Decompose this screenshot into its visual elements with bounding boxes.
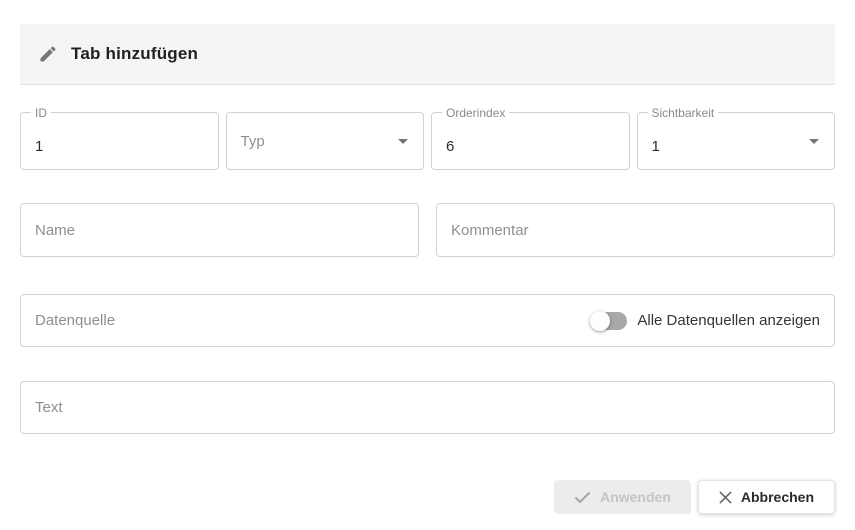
alle-datenquellen-toggle[interactable] — [591, 311, 627, 331]
name-field — [20, 203, 419, 257]
alle-datenquellen-toggle-label: Alle Datenquellen anzeigen — [637, 312, 820, 329]
sichtbarkeit-select-value: 1 — [652, 128, 660, 155]
orderindex-input[interactable] — [446, 128, 615, 155]
chevron-down-icon — [398, 139, 408, 144]
dialog-footer: Anwenden Abbrechen — [20, 480, 835, 514]
sichtbarkeit-select[interactable]: Sichtbarkeit 1 — [637, 112, 836, 170]
close-icon — [719, 491, 732, 504]
id-input[interactable] — [35, 128, 204, 155]
datenquelle-field: Alle Datenquellen anzeigen — [20, 294, 835, 347]
typ-select-placeholder: Typ — [241, 133, 265, 150]
cancel-button-label: Abbrechen — [741, 489, 814, 505]
row-id-typ-orderindex-sichtbarkeit: ID Typ Orderindex Sichtbarkeit 1 — [20, 112, 835, 170]
row-text — [20, 381, 835, 434]
dialog-header: Tab hinzufügen — [20, 24, 835, 85]
id-field-label: ID — [31, 105, 51, 121]
text-input[interactable] — [35, 399, 820, 416]
sichtbarkeit-select-label: Sichtbarkeit — [648, 105, 719, 121]
orderindex-field: Orderindex — [431, 112, 630, 170]
row-datenquelle: Alle Datenquellen anzeigen — [20, 294, 835, 347]
name-input[interactable] — [35, 222, 404, 239]
cancel-button[interactable]: Abbrechen — [698, 480, 835, 514]
id-field: ID — [20, 112, 219, 170]
chevron-down-icon — [809, 139, 819, 144]
add-tab-dialog: Tab hinzufügen ID Typ Orderindex Sichtba… — [0, 0, 855, 514]
apply-button[interactable]: Anwenden — [554, 480, 691, 514]
apply-button-label: Anwenden — [600, 489, 671, 505]
row-name-kommentar — [20, 203, 835, 257]
kommentar-field — [436, 203, 835, 257]
toggle-thumb — [590, 311, 610, 331]
datenquellen-toggle-group: Alle Datenquellen anzeigen — [591, 311, 820, 331]
text-field — [20, 381, 835, 434]
edit-pencil-icon — [38, 44, 58, 64]
kommentar-input[interactable] — [451, 222, 820, 239]
dialog-title: Tab hinzufügen — [71, 44, 198, 64]
check-icon — [574, 491, 591, 504]
orderindex-field-label: Orderindex — [442, 105, 509, 121]
typ-select[interactable]: Typ — [226, 112, 425, 170]
